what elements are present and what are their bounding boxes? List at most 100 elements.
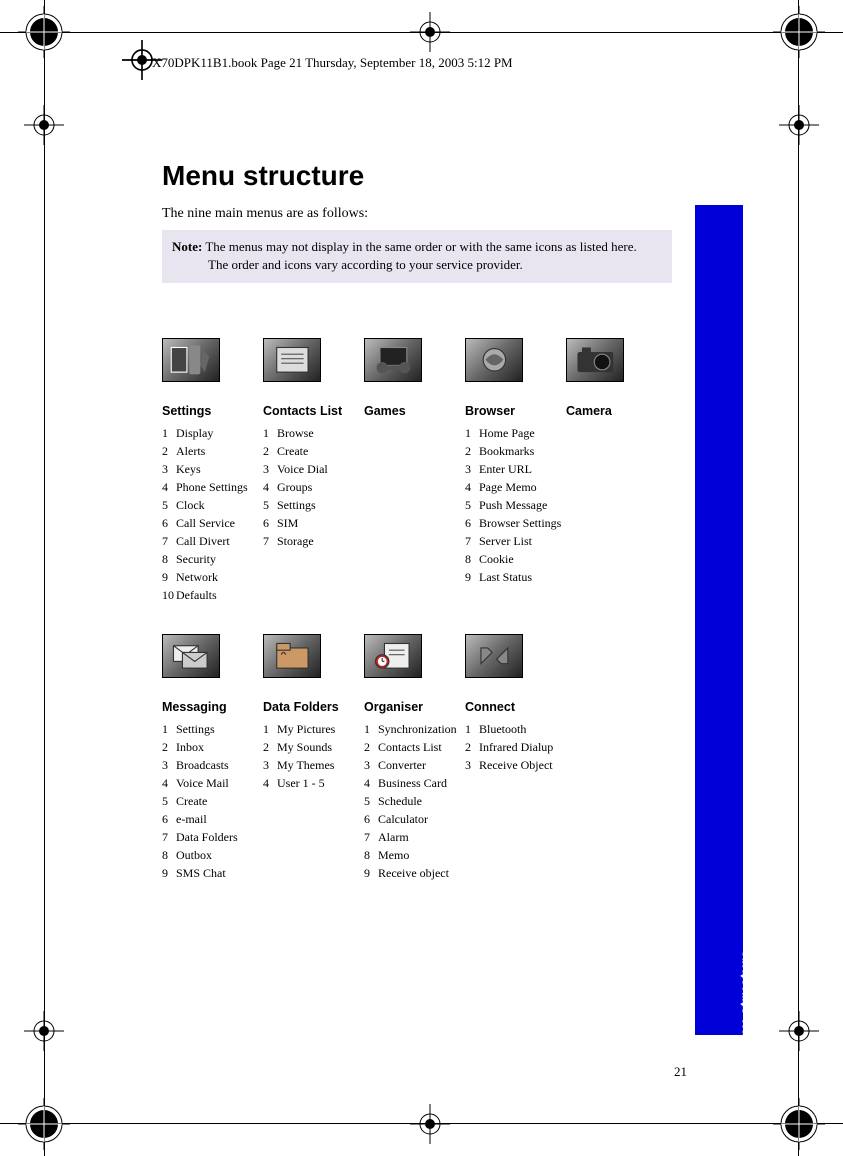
contacts-icon [263, 338, 321, 382]
menu-title: Camera [566, 404, 667, 418]
menu-item-label: My Sounds [277, 740, 332, 754]
menu-column: Connect 1Bluetooth2Infrared Dialup3Receiv… [465, 634, 566, 882]
connect-icon [465, 634, 523, 678]
menu-item: 1Bluetooth [465, 720, 566, 738]
menu-column: Games [364, 338, 465, 604]
side-tab-label: Menu structure [737, 950, 754, 1058]
menu-item: 6Call Service [162, 514, 263, 532]
menu-item: 6Browser Settings [465, 514, 566, 532]
menu-item-number: 2 [364, 738, 378, 756]
note-text: The menus may not display in the same or… [202, 239, 636, 254]
menu-item-label: Data Folders [176, 830, 238, 844]
settings-icon [162, 338, 220, 382]
menu-row: Messaging1Settings2Inbox3Broadcasts4Voic… [162, 634, 672, 882]
menu-item-label: My Pictures [277, 722, 335, 736]
menu-item-number: 5 [263, 496, 277, 514]
intro-text: The nine main menus are as follows: [162, 206, 672, 222]
menu-item-label: Create [176, 794, 207, 808]
menu-item: 1Settings [162, 720, 263, 738]
menu-item: 6SIM [263, 514, 364, 532]
menu-item: 2Inbox [162, 738, 263, 756]
menu-column: Camera [566, 338, 667, 604]
menu-item-label: Business Card [378, 776, 447, 790]
menu-item-number: 1 [263, 424, 277, 442]
menu-item: 4Voice Mail [162, 774, 263, 792]
menu-item: 5Push Message [465, 496, 566, 514]
menu-item-number: 5 [162, 496, 176, 514]
menu-item-label: Infrared Dialup [479, 740, 553, 754]
menu-item-number: 9 [162, 568, 176, 586]
menu-item: 7Alarm [364, 828, 465, 846]
menu-column: Organiser 1Synchronization2Contacts List3… [364, 634, 465, 882]
menu-item-label: Alarm [378, 830, 409, 844]
menu-item-label: Call Divert [176, 534, 230, 548]
menu-item-number: 5 [162, 792, 176, 810]
menu-item: 5Schedule [364, 792, 465, 810]
menu-item-number: 3 [263, 756, 277, 774]
menu-item: 8Security [162, 550, 263, 568]
menu-item-number: 7 [364, 828, 378, 846]
menu-items-list: 1My Pictures2My Sounds3My Themes4User 1 … [263, 720, 364, 792]
menu-column: Contacts List1Browse2Create3Voice Dial4G… [263, 338, 364, 604]
menu-item: 10Defaults [162, 586, 263, 604]
menu-title: Games [364, 404, 465, 418]
menu-item-number: 3 [162, 756, 176, 774]
menu-item-number: 9 [162, 864, 176, 882]
crop-line-left [44, 0, 45, 1156]
menu-item-number: 2 [162, 442, 176, 460]
menu-item-number: 9 [364, 864, 378, 882]
menu-item-label: Memo [378, 848, 409, 862]
menu-item-label: Broadcasts [176, 758, 229, 772]
registration-mark-icon [773, 1098, 825, 1150]
browser-icon [465, 338, 523, 382]
menu-item-label: Contacts List [378, 740, 442, 754]
menu-item-number: 3 [364, 756, 378, 774]
menu-item: 4Groups [263, 478, 364, 496]
menu-column: Messaging1Settings2Inbox3Broadcasts4Voic… [162, 634, 263, 882]
menu-item-label: Inbox [176, 740, 204, 754]
menu-item-label: Phone Settings [176, 480, 248, 494]
menu-item-number: 4 [465, 478, 479, 496]
menu-title: Organiser [364, 700, 465, 714]
side-tab [695, 205, 743, 1035]
menu-item-number: 8 [465, 550, 479, 568]
menu-item-number: 4 [263, 774, 277, 792]
menu-item-number: 8 [364, 846, 378, 864]
games-icon [364, 338, 422, 382]
menu-item-label: Page Memo [479, 480, 537, 494]
menu-item-label: SMS Chat [176, 866, 226, 880]
menu-title: Data Folders [263, 700, 364, 714]
menu-item: 1Display [162, 424, 263, 442]
menu-item: 1Synchronization [364, 720, 465, 738]
menu-title: Browser [465, 404, 566, 418]
crop-line-right [798, 0, 799, 1156]
menu-items-list: 1Display2Alerts3Keys4Phone Settings5Cloc… [162, 424, 263, 604]
menu-item-number: 4 [263, 478, 277, 496]
menu-item-label: Bookmarks [479, 444, 534, 458]
menu-item-label: Network [176, 570, 218, 584]
menu-item: 8Cookie [465, 550, 566, 568]
menu-item-number: 2 [465, 442, 479, 460]
menu-row: Settings 1Display2Alerts3Keys4Phone Setti… [162, 338, 672, 604]
menu-item: 2Infrared Dialup [465, 738, 566, 756]
menu-title: Connect [465, 700, 566, 714]
menu-item-number: 8 [162, 846, 176, 864]
menu-item-number: 7 [465, 532, 479, 550]
registration-mark-icon [18, 1098, 70, 1150]
menu-item-label: e-mail [176, 812, 207, 826]
menu-item-number: 7 [162, 828, 176, 846]
menu-item: 3Keys [162, 460, 263, 478]
menu-item-label: Converter [378, 758, 426, 772]
menu-item-label: Server List [479, 534, 532, 548]
menu-title: Settings [162, 404, 263, 418]
menu-items-list: 1Bluetooth2Infrared Dialup3Receive Objec… [465, 720, 566, 774]
menu-item-label: Home Page [479, 426, 535, 440]
menu-item: 8Memo [364, 846, 465, 864]
menu-item-number: 4 [162, 774, 176, 792]
note-label: Note: [172, 239, 202, 254]
menu-item: 3Voice Dial [263, 460, 364, 478]
menu-item: 5Create [162, 792, 263, 810]
menu-item-number: 2 [465, 738, 479, 756]
menu-item: 2Bookmarks [465, 442, 566, 460]
menu-item-number: 3 [465, 460, 479, 478]
